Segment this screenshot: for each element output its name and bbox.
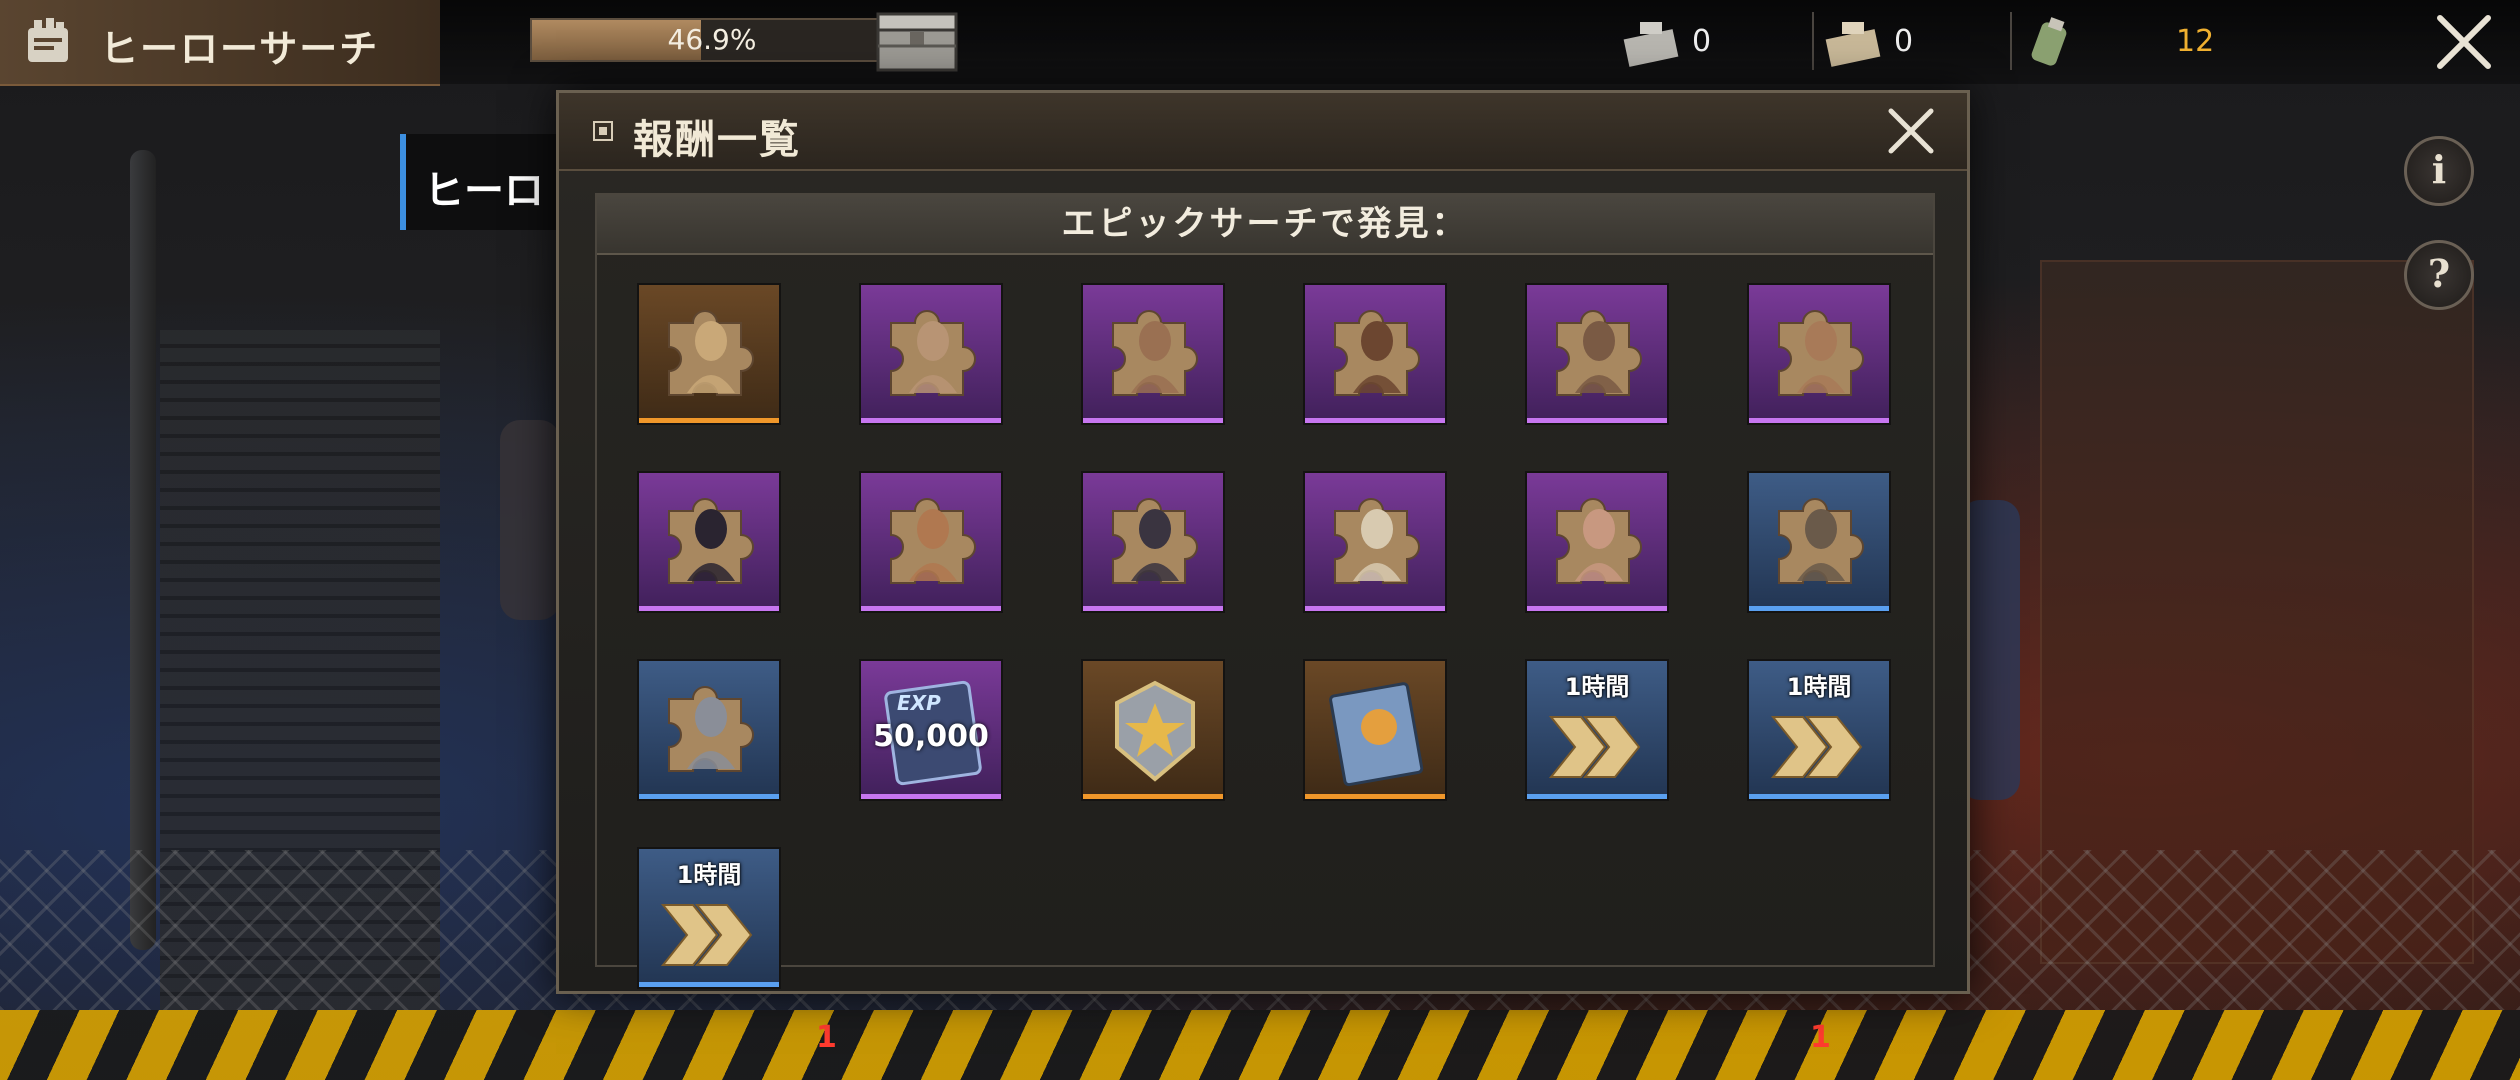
- help-button[interactable]: ?: [2404, 240, 2474, 310]
- rarity-bar: [861, 606, 1001, 611]
- reward-item-hero-fragment[interactable]: [1081, 283, 1225, 425]
- section-title: エピックサーチで発見：: [1061, 204, 1469, 244]
- close-screen-button[interactable]: [2424, 8, 2504, 76]
- reward-item-hero-fragment[interactable]: [1303, 283, 1447, 425]
- hero-portrait-icon: [1575, 321, 1623, 393]
- reward-item-hero-fragment[interactable]: [637, 471, 781, 613]
- reward-item-hero-fragment[interactable]: [1525, 283, 1669, 425]
- background-pipe: [130, 150, 156, 950]
- modal-title: 報酬一覧: [633, 117, 801, 163]
- reward-item-speedup[interactable]: 1時間: [1525, 659, 1669, 801]
- bottom-count-left: 1: [816, 1020, 837, 1055]
- reward-item-hero-fragment[interactable]: [1081, 471, 1225, 613]
- reward-item-hero-fragment[interactable]: [1303, 471, 1447, 613]
- reward-item-speedup[interactable]: 1時間: [637, 847, 781, 989]
- rarity-bar: [1527, 794, 1667, 799]
- help-icon: ?: [2427, 251, 2451, 296]
- hero-portrait-icon: [1131, 509, 1179, 581]
- modal-header: 報酬一覧: [559, 93, 1967, 171]
- top-bar: ヒーローサーチ 46.9% 0 0 12: [0, 0, 2520, 86]
- hero-portrait-icon: [909, 321, 957, 393]
- exp-amount: 50,000: [873, 719, 989, 754]
- hero-portrait-icon: [1575, 509, 1623, 581]
- epic-ticket-icon: [1825, 22, 1881, 67]
- reward-item-hero-fragment[interactable]: [859, 471, 1003, 613]
- hero-portrait-icon: [1797, 509, 1845, 581]
- rewards-panel: エピックサーチで発見： EXP 50,000 1時間 1時間 1時間: [595, 193, 1935, 989]
- hero-portrait-icon: [687, 321, 735, 393]
- hero-portrait-icon: [687, 509, 735, 581]
- rarity-bar: [1083, 794, 1223, 799]
- hero-portrait-icon: [1353, 321, 1401, 393]
- ticket-icon: [1623, 22, 1679, 67]
- star-badge-icon: [1115, 680, 1195, 782]
- reward-item-manual[interactable]: [1303, 659, 1447, 801]
- rarity-bar: [1305, 794, 1445, 799]
- hazard-stripe: [0, 1010, 2520, 1080]
- title-square-icon: [593, 121, 613, 141]
- canister-icon: [2031, 17, 2067, 66]
- page-title: ヒーローサーチ: [100, 27, 380, 71]
- reward-item-hero-fragment[interactable]: [1525, 471, 1669, 613]
- hero-portrait-icon: [1131, 321, 1179, 393]
- rarity-bar: [1527, 606, 1667, 611]
- progress-text: 46.9%: [667, 23, 757, 56]
- reward-item-exp-book[interactable]: EXP 50,000: [859, 659, 1003, 801]
- hero-portrait-icon: [909, 509, 957, 581]
- rarity-bar: [1749, 794, 1889, 799]
- rarity-bar: [1083, 606, 1223, 611]
- rarity-bar: [1083, 418, 1223, 423]
- hero-portrait-icon: [1353, 509, 1401, 581]
- background-hero-left: [500, 420, 560, 620]
- rarity-bar: [639, 794, 779, 799]
- reward-item-star-badge[interactable]: [1081, 659, 1225, 801]
- rarity-bar: [861, 418, 1001, 423]
- section-header: エピックサーチで発見：: [597, 195, 1933, 255]
- info-button[interactable]: i: [2404, 136, 2474, 206]
- exp-tag: EXP: [897, 691, 941, 715]
- reward-item-speedup[interactable]: 1時間: [1747, 659, 1891, 801]
- reward-item-hero-fragment[interactable]: [859, 283, 1003, 425]
- speedup-duration: 1時間: [676, 861, 742, 889]
- title-block: ヒーローサーチ: [0, 0, 440, 86]
- reward-item-hero-fragment[interactable]: [1747, 471, 1891, 613]
- speedup-duration: 1時間: [1564, 673, 1630, 701]
- info-icon: i: [2431, 147, 2447, 192]
- speedup-duration: 1時間: [1786, 673, 1852, 701]
- resource-canister-value: 12: [2176, 24, 2215, 59]
- rarity-bar: [1527, 418, 1667, 423]
- rarity-bar: [639, 418, 779, 423]
- hero-tab[interactable]: ヒーロ: [400, 134, 566, 230]
- rarity-bar: [1749, 606, 1889, 611]
- bottom-count-right: 1: [1810, 1020, 1831, 1055]
- rarity-bar: [1749, 418, 1889, 423]
- hero-tab-label: ヒーロ: [424, 168, 544, 214]
- resource-ticket-value: 0: [1692, 24, 1712, 59]
- rarity-bar: [639, 982, 779, 987]
- reward-item-hero-fragment[interactable]: [1747, 283, 1891, 425]
- hero-search-icon: [28, 18, 68, 62]
- search-progress-bar: 46.9%: [530, 18, 894, 62]
- rarity-bar: [1305, 606, 1445, 611]
- rarity-bar: [639, 606, 779, 611]
- hero-portrait-icon: [687, 697, 735, 769]
- resource-epic-ticket-value: 0: [1894, 24, 1914, 59]
- chest-icon[interactable]: [872, 6, 962, 74]
- rarity-bar: [861, 794, 1001, 799]
- rarity-bar: [1305, 418, 1445, 423]
- reward-item-hero-fragment[interactable]: [637, 659, 781, 801]
- resource-divider: [1812, 12, 1814, 70]
- rewards-modal: 報酬一覧 エピックサーチで発見： EXP 50,000 1時間 1時間 1時間: [556, 90, 1970, 994]
- reward-item-hero-fragment[interactable]: [637, 283, 781, 425]
- close-modal-button[interactable]: [1881, 101, 1941, 161]
- manual-book-icon: [1329, 682, 1424, 787]
- hero-portrait-icon: [1797, 321, 1845, 393]
- resource-divider: [2010, 12, 2012, 70]
